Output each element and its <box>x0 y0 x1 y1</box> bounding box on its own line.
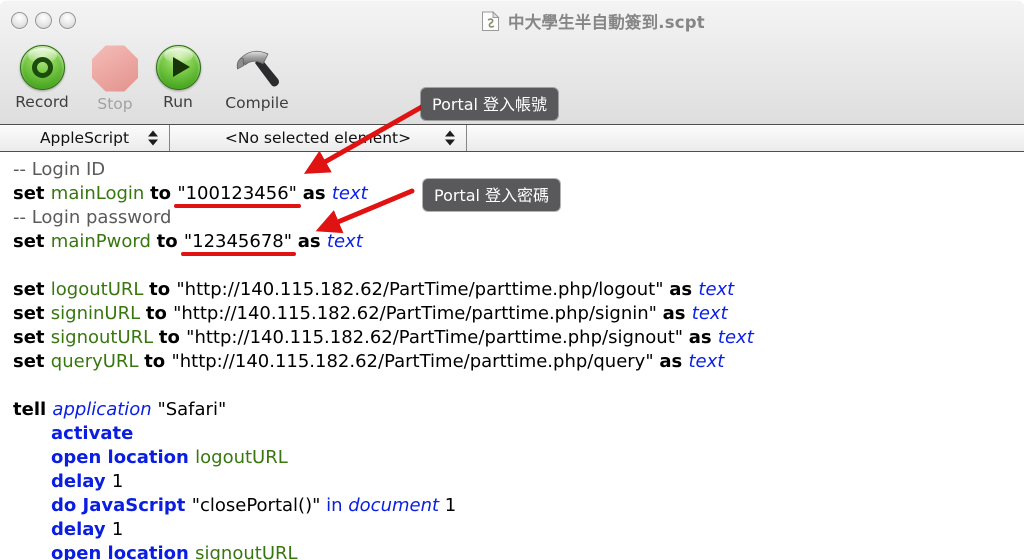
run-button[interactable]: Run <box>152 45 204 111</box>
run-icon <box>156 45 201 90</box>
compile-button[interactable]: Compile <box>218 45 296 112</box>
code-line: set mainPword to "12345678" as text <box>13 230 1024 254</box>
script-editor[interactable]: -- Login IDset mainLogin to "100123456" … <box>0 153 1024 560</box>
code-line: tell application "Safari" <box>13 398 1024 422</box>
compile-icon <box>232 45 282 91</box>
code-line: set signoutURL to "http://140.115.182.62… <box>13 326 1024 350</box>
minimize-button[interactable] <box>35 12 52 29</box>
zoom-button[interactable] <box>59 12 76 29</box>
stop-icon <box>92 45 139 92</box>
code-line: delay 1 <box>13 518 1024 542</box>
stepper-icon <box>445 131 455 146</box>
stepper-icon <box>148 131 158 146</box>
code-line: set signinURL to "http://140.115.182.62/… <box>13 302 1024 326</box>
stop-label: Stop <box>87 95 143 113</box>
window-title: 中大學生半自動簽到.scpt <box>508 9 705 33</box>
code-line: delay 1 <box>13 470 1024 494</box>
code-line: do JavaScript "closePortal()" in documen… <box>13 494 1024 518</box>
record-icon <box>20 45 65 90</box>
element-popup[interactable]: <No selected element> <box>170 125 466 151</box>
navigation-bar-spacer <box>467 125 1024 151</box>
code-line: set logoutURL to "http://140.115.182.62/… <box>13 278 1024 302</box>
code-line <box>13 374 1024 398</box>
title-group: 中大學生半自動簽到.scpt <box>481 9 705 33</box>
code-line: open location logoutURL <box>13 446 1024 470</box>
traffic-lights <box>11 12 76 29</box>
record-label: Record <box>13 93 71 111</box>
code-line: open location signoutURL <box>13 542 1024 560</box>
tooltip-portal-password: Portal 登入密碼 <box>423 179 560 211</box>
applescript-editor-window: 中大學生半自動簽到.scpt Record Stop Run <box>0 0 1024 560</box>
record-button[interactable]: Record <box>13 45 71 111</box>
code-line <box>13 254 1024 278</box>
tooltip-portal-account: Portal 登入帳號 <box>421 88 558 120</box>
close-button[interactable] <box>11 12 28 29</box>
element-popup-value: <No selected element> <box>225 129 411 147</box>
language-popup-value: AppleScript <box>40 129 129 147</box>
code-line: activate <box>13 422 1024 446</box>
run-label: Run <box>152 93 204 111</box>
language-popup[interactable]: AppleScript <box>0 125 169 151</box>
document-icon <box>481 11 500 32</box>
code-line: set queryURL to "http://140.115.182.62/P… <box>13 350 1024 374</box>
navigation-bar: AppleScript <No selected element> <box>0 124 1024 152</box>
compile-label: Compile <box>218 94 296 112</box>
stop-button[interactable]: Stop <box>87 45 143 113</box>
titlebar: 中大學生半自動簽到.scpt <box>0 1 1024 39</box>
